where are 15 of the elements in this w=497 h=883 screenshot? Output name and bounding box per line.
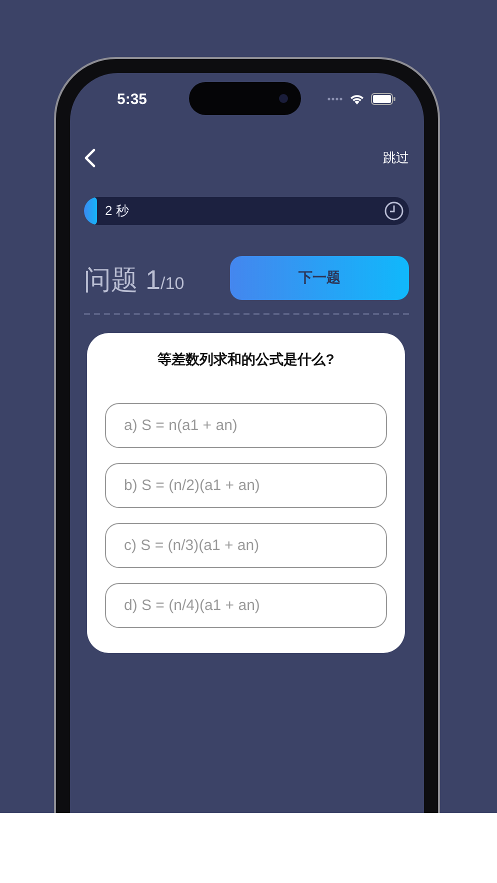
question-counter: 问题 1/10 [84, 264, 184, 297]
answer-option[interactable]: d) S = (n/4)(a1 + an) [105, 583, 387, 628]
back-icon[interactable] [84, 148, 96, 168]
battery-icon [371, 93, 396, 105]
answer-option[interactable]: a) S = n(a1 + an) [105, 403, 387, 448]
clock-icon [384, 201, 404, 221]
status-time: 5:35 [117, 90, 148, 108]
answer-option[interactable]: b) S = (n/2)(a1 + an) [105, 463, 387, 508]
question-text: 等差数列求和的公式是什么? [156, 351, 336, 369]
wifi-icon [349, 93, 365, 105]
answer-option[interactable]: c) S = (n/3)(a1 + an) [105, 523, 387, 568]
signal-icon [327, 97, 343, 101]
timer-label: 2 秒 [105, 202, 129, 220]
next-button[interactable]: 下一题 [230, 256, 409, 300]
skip-link[interactable]: 跳过 [383, 149, 409, 167]
